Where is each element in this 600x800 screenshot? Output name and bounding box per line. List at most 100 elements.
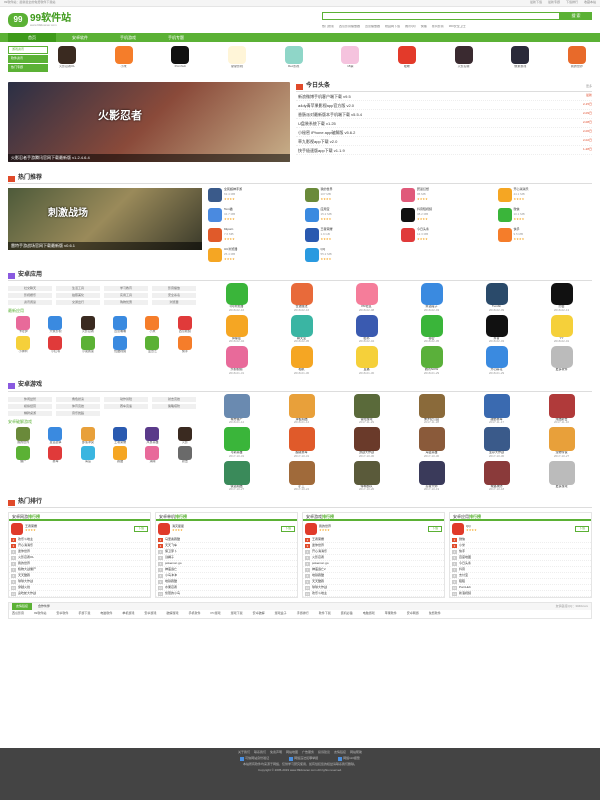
game-grid-item[interactable]: 冒险游戏 2017-11-29 <box>336 393 397 426</box>
friend-link[interactable]: 免费软件 <box>429 611 441 616</box>
hot-search-link[interactable]: 迅雷播放器 <box>365 25 380 29</box>
hot-search-link[interactable]: 快播 <box>421 25 427 29</box>
app-tile[interactable]: Rec影视 <box>279 46 309 76</box>
footer-link[interactable]: 免责声明 <box>270 750 282 755</box>
category-item[interactable]: 软件资讯 <box>8 55 48 63</box>
friend-link[interactable]: 装机必备 <box>341 611 353 616</box>
news-item[interactable]: U盘装系统下载 v1.25 2-08日 <box>296 119 592 128</box>
app-grid-item[interactable]: 相机 2018-01-30 <box>271 346 332 376</box>
news-item[interactable]: a4dy青苹果影视app官方版 v2.0 2-15日 <box>296 101 592 110</box>
app-grid-item[interactable]: 乐视视频 2018-01-31 <box>206 346 267 376</box>
mini-item[interactable]: 火影 <box>170 426 200 445</box>
footer-link[interactable]: 关于我们 <box>238 750 250 755</box>
hot-item[interactable]: UC浏览器 25.4 MB ★★★★ <box>208 247 303 265</box>
friend-link[interactable]: 西瓜影音 <box>12 611 24 616</box>
game-grid-item[interactable]: 城堡攻防 2017-10-18 <box>466 460 527 493</box>
app-grid-item[interactable]: 开心麻花 2018-01-29 <box>466 346 527 376</box>
app-grid-item[interactable]: 秘密 2018-02-05 <box>401 314 462 345</box>
friend-link[interactable]: 单机游戏 <box>122 611 134 616</box>
category-item[interactable]: 热门专题 <box>8 64 48 72</box>
friend-link[interactable]: 软件下载 <box>319 611 331 616</box>
mini-item[interactable]: 西瓜视频 <box>170 316 200 334</box>
ranking-top-item[interactable]: 王者荣耀 ★★★★ 下载 <box>9 521 150 537</box>
mini-item[interactable]: 射击 <box>170 446 200 464</box>
game-grid-item[interactable]: 侏罗纪公园 2017-11-28 <box>401 393 462 426</box>
tag-link[interactable]: 赛车竞速 <box>104 403 148 409</box>
app-grid-item[interactable]: 脸书 2018-02-04 <box>336 314 397 345</box>
top-link[interactable]: 最新专题 <box>548 0 560 5</box>
tag-link[interactable]: 棋牌桌游 <box>8 410 52 416</box>
news-item[interactable]: 草九影视app下载 v2.0 2-02日 <box>296 137 592 146</box>
app-grid-item[interactable]: PR社区 2018-02-08 <box>336 283 397 313</box>
tag-link[interactable]: 学习教育 <box>104 286 148 291</box>
mini-item[interactable]: 卡哇伊 <box>8 316 38 334</box>
mini-item[interactable]: 小红书 <box>40 335 70 354</box>
friend-link[interactable]: 手游下载 <box>78 611 90 616</box>
footer-link[interactable]: 友情链接 <box>334 750 346 755</box>
game-grid-item[interactable]: 矿工 2017-10-24 <box>271 460 332 493</box>
game-grid-item[interactable]: 城市僵尸 2018-01-12 <box>206 393 267 426</box>
nav-mobile-games[interactable]: 手机游戏 <box>104 35 152 40</box>
nav-topics[interactable]: 手机专题 <box>152 35 200 40</box>
mini-item[interactable]: 迅雷看看 <box>105 316 135 334</box>
friend-link[interactable]: 99软件站 <box>34 611 46 616</box>
footer-link[interactable]: 联系我们 <box>254 750 266 755</box>
app-tile[interactable]: 火影忍者OL <box>52 46 82 76</box>
ranking-top-item[interactable]: QQ ★★★★ 下载 <box>450 521 591 537</box>
friend-link[interactable]: 游戏下载 <box>231 611 243 616</box>
mini-item[interactable]: 我的世界 <box>8 426 38 445</box>
hot-item[interactable]: Tom猫 34.7 MB ★★★★ <box>208 207 303 225</box>
tag-link[interactable]: 影视娱乐 <box>8 293 52 298</box>
hot-item[interactable]: 快手 9.5 MB ★★★★ <box>497 227 593 245</box>
mini-item[interactable]: 优酷视频 <box>105 335 135 354</box>
mini-item[interactable]: 消除 <box>137 446 167 464</box>
tag-link[interactable]: 角色扮演 <box>56 396 100 402</box>
download-button[interactable]: 下载 <box>427 526 442 532</box>
friend-link[interactable]: PC游戏 <box>210 611 220 616</box>
game-grid-item[interactable]: 海盗英雄 2017-10-30 <box>401 427 462 459</box>
tag-link[interactable]: 音乐舞蹈 <box>56 410 100 416</box>
tag-link[interactable]: 实用工具 <box>104 293 148 298</box>
hot-item[interactable]: 91porn 7.6 MB ★★★★ <box>208 227 303 245</box>
app-tile[interactable]: Pornhub <box>165 46 195 76</box>
mini-item[interactable]: 风暴英雄 <box>137 426 167 445</box>
game-grid-item[interactable]: 弓箭英雄 2017-10-31 <box>206 427 267 459</box>
game-grid-item[interactable]: 激战大作战 2017-10-30 <box>336 427 397 459</box>
app-tile[interactable]: 我的世界 <box>562 46 592 76</box>
mini-item[interactable]: 赛车 <box>40 446 70 464</box>
hot-item[interactable]: QQ 55.2 MB ★★★★ <box>304 247 400 265</box>
game-grid-item[interactable]: 炫酷射击 2017-11-10 <box>531 393 592 426</box>
game-grid-item[interactable]: 宠物传说 2017-10-27 <box>531 427 592 459</box>
hot-item[interactable]: 碧蓝幻想 95 MB ★★★★ <box>401 187 496 205</box>
hot-search-link[interactable]: 360安全卫士 <box>449 25 466 29</box>
news-item[interactable]: 香肠派对最新版本手机端下载 v5.5.4 2-09日 <box>296 110 592 119</box>
logo[interactable]: 99 99软件站 www.99downer.com <box>8 13 118 28</box>
hot-item[interactable]: 全民超神手游 63.4 MB ★★★★ <box>208 187 303 205</box>
app-tile[interactable]: 小米 <box>109 46 139 76</box>
tag-link[interactable]: 体育竞技 <box>56 403 100 409</box>
game-grid-item[interactable]: 特种部队 2017-10-20 <box>336 460 397 493</box>
tag-link[interactable]: 安全杀毒 <box>152 293 196 298</box>
friend-link[interactable]: 手游排行 <box>297 611 309 616</box>
friend-link[interactable]: 安卓游戏 <box>144 611 156 616</box>
hot-item[interactable]: 开心消消乐 44.1 MB ★★★★ <box>497 187 593 205</box>
mini-item[interactable]: 僵尸 <box>8 446 38 464</box>
tag-link[interactable]: 射击竞技 <box>152 396 196 402</box>
friend-link[interactable]: 安卓软件 <box>56 611 68 616</box>
news-item[interactable]: 新浪微博手机客户端下载 v9.5 最新 <box>296 92 592 101</box>
app-tile[interactable]: 18禁 <box>335 46 365 76</box>
download-button[interactable]: 下载 <box>280 526 295 532</box>
hot-search-link[interactable]: 校园网下载 <box>385 25 400 29</box>
game-grid-item[interactable]: 铁道跑酷 2017-10-27 <box>206 460 267 493</box>
mini-item[interactable]: 王者荣耀 <box>105 426 135 445</box>
app-grid-item[interactable]: 笑话段子 2018-02-03 <box>401 283 462 313</box>
ranking-top-item[interactable]: 消灭星星 ★★★★ 下载 <box>156 521 297 537</box>
friend-link[interactable]: 苹果软件 <box>385 611 397 616</box>
top-link[interactable]: 最新下载 <box>530 0 542 5</box>
search-button[interactable]: 搜 索 <box>560 11 592 20</box>
friend-link[interactable]: 电脑游戏 <box>363 611 375 616</box>
tag-link[interactable]: 生活工具 <box>56 286 100 291</box>
app-grid-item[interactable]: 抖音 2018-02-03 <box>466 314 527 345</box>
top-link[interactable]: 下载排行 <box>566 0 578 5</box>
search-input[interactable] <box>322 11 560 20</box>
